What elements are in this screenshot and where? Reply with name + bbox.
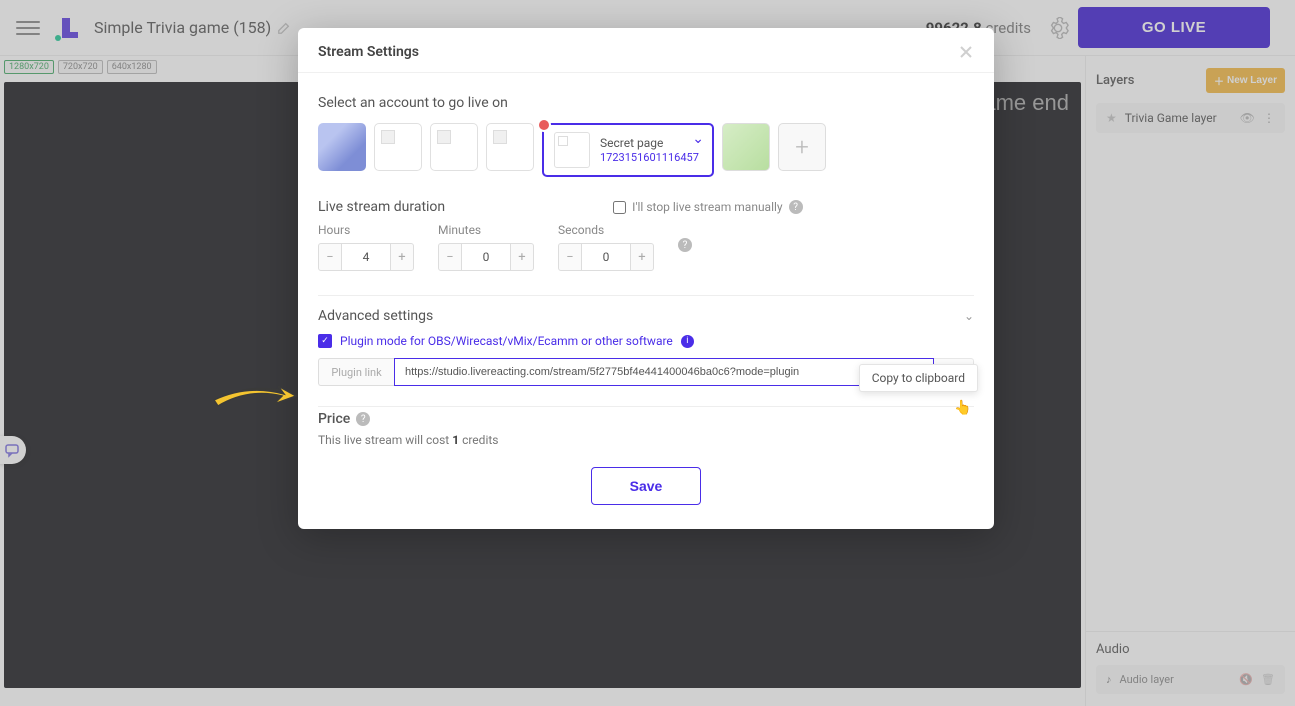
seconds-group: Seconds − 0 + [558, 223, 654, 271]
duration-inputs: Hours − 4 + Minutes − 0 + Seconds − [318, 223, 974, 271]
save-row: Save [318, 467, 974, 505]
minutes-group: Minutes − 0 + [438, 223, 534, 271]
cursor-pointer-icon: 👆 [954, 400, 971, 416]
save-button[interactable]: Save [591, 467, 702, 505]
seconds-decrement[interactable]: − [558, 243, 582, 271]
help-icon[interactable]: ? [789, 200, 803, 214]
seconds-value[interactable]: 0 [582, 243, 630, 271]
stop-manual-input[interactable] [613, 201, 626, 214]
minutes-increment[interactable]: + [510, 243, 534, 271]
hours-increment[interactable]: + [390, 243, 414, 271]
duration-help-icon[interactable]: ? [678, 238, 692, 252]
select-account-label: Select an account to go live on [318, 95, 974, 111]
account-thumb-3[interactable] [430, 123, 478, 171]
plugin-mode-row[interactable]: ✓ Plugin mode for OBS/Wirecast/vMix/Ecam… [318, 334, 974, 348]
plugin-link-label: Plugin link [318, 358, 394, 386]
callout-arrow [208, 378, 300, 418]
account-id: 1723151601116457 [600, 151, 699, 164]
plugin-label: Plugin mode for OBS/Wirecast/vMix/Ecamm … [340, 334, 673, 348]
account-thumb-2[interactable] [374, 123, 422, 171]
seconds-increment[interactable]: + [630, 243, 654, 271]
chevron-down-icon[interactable]: ⌄ [692, 131, 704, 147]
minutes-label: Minutes [438, 223, 534, 237]
add-account-button[interactable]: + [778, 123, 826, 171]
advanced-title: Advanced settings [318, 308, 433, 324]
seconds-stepper: − 0 + [558, 243, 654, 271]
account-name: Secret page [600, 136, 699, 150]
account-selected-text: Secret page 1723151601116457 [600, 136, 699, 164]
notification-badge [537, 118, 551, 132]
divider [318, 295, 974, 296]
account-picker: Secret page 1723151601116457 ⌄ + [318, 123, 974, 177]
duration-title: Live stream duration [318, 199, 445, 215]
close-icon[interactable] [958, 44, 974, 60]
minutes-decrement[interactable]: − [438, 243, 462, 271]
account-thumb-1[interactable] [318, 123, 366, 171]
info-icon[interactable]: i [681, 335, 694, 348]
minutes-stepper: − 0 + [438, 243, 534, 271]
duration-header-row: Live stream duration I'll stop live stre… [318, 199, 974, 215]
hours-stepper: − 4 + [318, 243, 414, 271]
modal-title: Stream Settings [318, 44, 958, 60]
price-text: This live stream will cost 1 credits [318, 433, 974, 447]
account-selected-thumb [554, 132, 590, 168]
account-selected[interactable]: Secret page 1723151601116457 ⌄ [542, 123, 714, 177]
divider [318, 406, 974, 407]
modal-body: Select an account to go live on Secret p… [298, 73, 994, 505]
chevron-down-icon[interactable]: ⌄ [964, 309, 974, 323]
minutes-value[interactable]: 0 [462, 243, 510, 271]
account-thumb-4[interactable] [486, 123, 534, 171]
hours-group: Hours − 4 + [318, 223, 414, 271]
price-help-icon[interactable]: ? [356, 412, 370, 426]
advanced-header[interactable]: Advanced settings ⌄ [318, 300, 974, 332]
stream-settings-modal: Stream Settings Select an account to go … [298, 28, 994, 529]
stop-manual-checkbox[interactable]: I'll stop live stream manually ? [613, 200, 802, 214]
price-title: Price [318, 411, 350, 427]
copy-tooltip: Copy to clipboard [859, 364, 978, 392]
hours-value[interactable]: 4 [342, 243, 390, 271]
plugin-link-input[interactable] [394, 358, 934, 386]
price-header: Price ? [318, 411, 974, 427]
modal-header: Stream Settings [298, 28, 994, 73]
account-thumb-6[interactable] [722, 123, 770, 171]
hours-decrement[interactable]: − [318, 243, 342, 271]
hours-label: Hours [318, 223, 414, 237]
seconds-label: Seconds [558, 223, 654, 237]
plugin-checkbox[interactable]: ✓ [318, 334, 332, 348]
